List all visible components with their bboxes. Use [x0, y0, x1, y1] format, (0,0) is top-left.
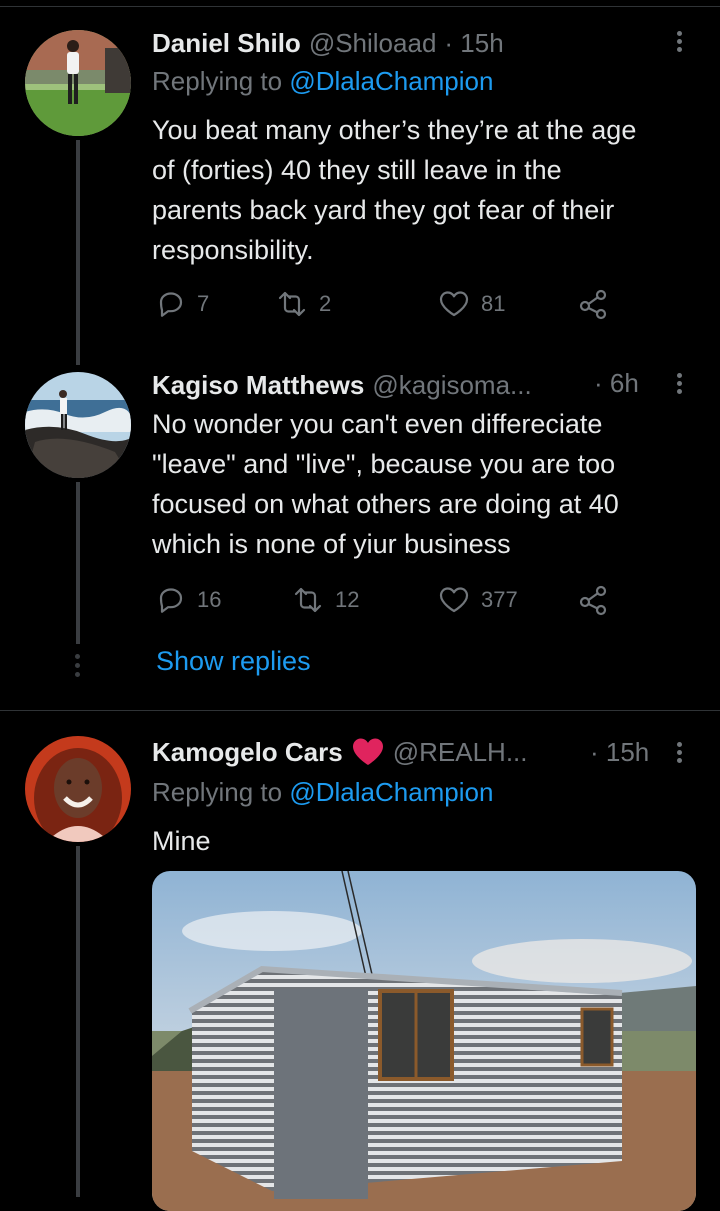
show-replies-link[interactable]: Show replies — [156, 646, 311, 677]
reply-icon — [159, 292, 183, 317]
retweet-button[interactable]: 2 — [275, 288, 331, 320]
reply-button[interactable]: 16 — [155, 584, 221, 616]
tweet-text: No wonder you can't even differeciate "l… — [152, 404, 712, 564]
share-icon — [579, 585, 607, 616]
replying-to-link[interactable]: @DlalaChampion — [289, 777, 493, 807]
retweet-button[interactable]: 12 — [291, 584, 359, 616]
timestamp[interactable]: · 6h — [594, 368, 639, 399]
tweet-header: Daniel Shilo @Shiloaad · 15h — [152, 24, 504, 62]
tweet-text-line: focused on what others are doing at 40 — [152, 489, 619, 519]
author-handle[interactable]: @kagisoma... — [372, 370, 531, 401]
share-button[interactable] — [577, 584, 611, 616]
shack-photo — [152, 871, 696, 1211]
replying-prefix: Replying to — [152, 777, 283, 807]
reply-icon — [159, 588, 183, 613]
tweet-text-line: No wonder you can't even differeciate — [152, 409, 603, 439]
like-count: 81 — [481, 291, 506, 316]
like-button[interactable]: 81 — [437, 288, 505, 320]
replying-to: Replying to @DlalaChampion — [152, 777, 493, 808]
more-options-icon[interactable] — [677, 28, 682, 55]
replying-prefix: Replying to — [152, 66, 283, 96]
reply-count: 7 — [197, 291, 210, 316]
tweet-text: Mine — [152, 821, 211, 861]
retweet-icon — [278, 291, 306, 317]
timestamp[interactable]: · 15h — [444, 28, 503, 59]
author-name[interactable]: Kamogelo Cars — [152, 737, 343, 768]
like-button[interactable]: 377 — [437, 584, 518, 616]
more-options-icon[interactable] — [677, 739, 682, 766]
tweet-text-line: You beat many other’s they’re at the age — [152, 115, 637, 145]
tweet-text-line: of (forties) 40 they still leave in the — [152, 155, 562, 185]
author-name[interactable]: Kagiso Matthews — [152, 370, 364, 401]
avatar[interactable] — [25, 30, 131, 136]
tweet-3[interactable]: Kamogelo Cars @REALH... · 15h Replying t… — [0, 711, 720, 1211]
thread-line — [76, 140, 80, 365]
heart-icon — [439, 587, 469, 613]
thread-line — [76, 846, 80, 1197]
replying-to-link[interactable]: @DlalaChampion — [289, 66, 493, 96]
replying-to: Replying to @DlalaChampion — [152, 66, 493, 97]
tweet-text-line: which is none of yiur business — [152, 529, 511, 559]
tweet-1[interactable]: Daniel Shilo @Shiloaad · 15h Replying to… — [0, 0, 720, 365]
action-bar: 16 12 377 — [155, 584, 625, 620]
like-count: 377 — [481, 587, 518, 612]
tweet-text-line: Mine — [152, 826, 211, 856]
retweet-count: 2 — [319, 291, 332, 316]
author-name[interactable]: Daniel Shilo — [152, 28, 301, 59]
tweet-text-line: "leave" and "live", because you are too — [152, 449, 616, 479]
avatar-photo — [25, 736, 131, 842]
avatar[interactable] — [25, 372, 131, 478]
author-handle[interactable]: @REALH... — [393, 737, 528, 768]
tweet-header: Kamogelo Cars @REALH... — [152, 733, 528, 771]
reply-count: 16 — [197, 587, 222, 612]
avatar-photo — [25, 372, 131, 478]
share-icon — [579, 289, 607, 320]
tweet-2[interactable]: Kagiso Matthews @kagisoma... · 6h No won… — [0, 360, 720, 705]
thread-line — [76, 482, 80, 644]
red-heart-icon — [352, 738, 383, 765]
timestamp[interactable]: · 15h — [590, 737, 649, 768]
tweet-text: You beat many other’s they’re at the age… — [152, 110, 712, 270]
tweet-media-image[interactable] — [152, 871, 696, 1211]
tweet-header: Kagiso Matthews @kagisoma... — [152, 366, 532, 404]
tweet-text-line: parents back yard they got fear of their — [152, 195, 615, 225]
avatar-photo — [25, 30, 131, 136]
action-bar: 7 2 81 — [155, 288, 625, 324]
share-button[interactable] — [577, 288, 611, 320]
retweet-count: 12 — [335, 587, 360, 612]
more-options-icon[interactable] — [677, 370, 682, 397]
reply-button[interactable]: 7 — [155, 288, 209, 320]
thread-dots — [75, 654, 80, 681]
retweet-icon — [294, 587, 322, 613]
heart-icon — [439, 291, 469, 317]
tweet-text-line: responsibility. — [152, 235, 314, 265]
author-handle[interactable]: @Shiloaad — [309, 28, 437, 59]
avatar[interactable] — [25, 736, 131, 842]
